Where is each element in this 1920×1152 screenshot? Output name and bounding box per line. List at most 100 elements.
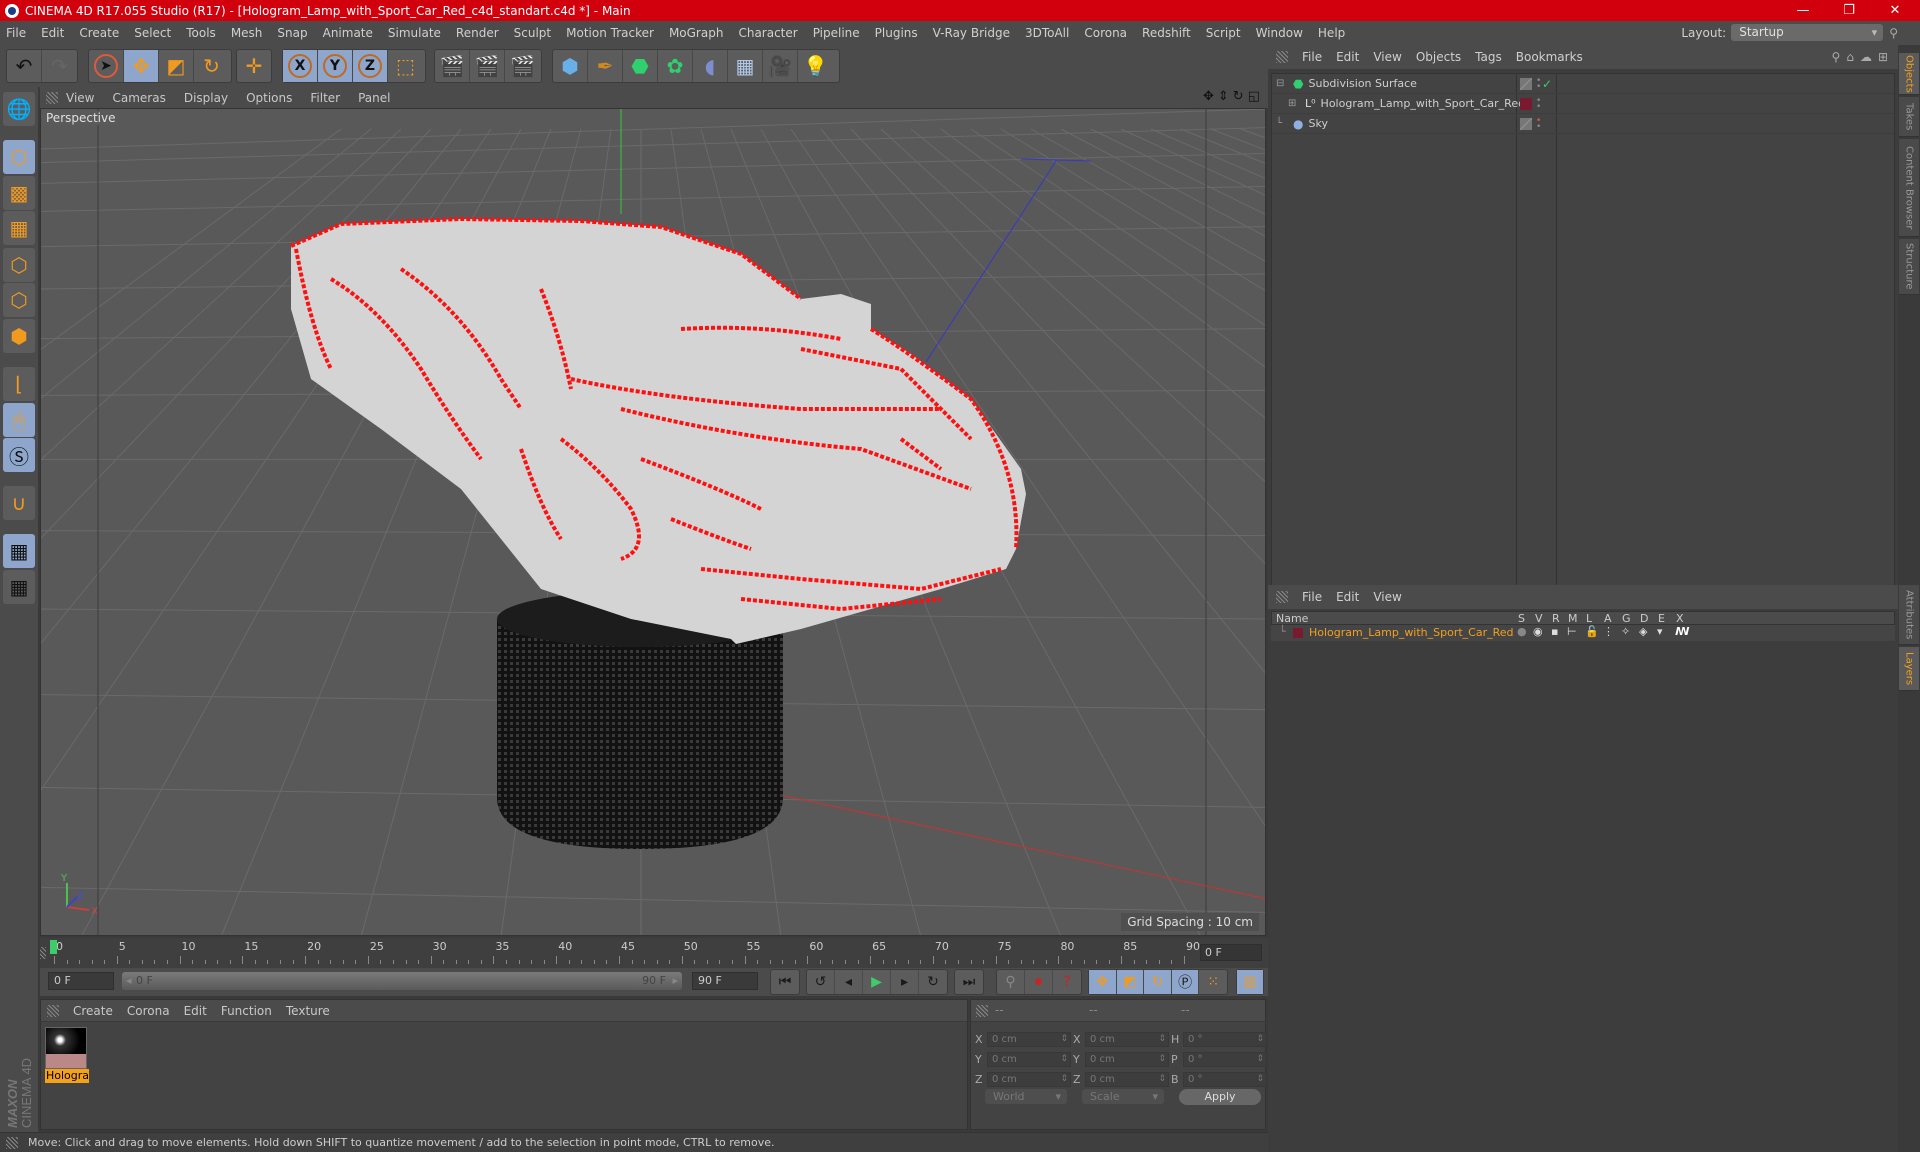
animation-toggle-icon[interactable]: ⋮ [1603,625,1614,638]
menu-file[interactable]: File [6,26,26,40]
menu-corona[interactable]: Corona [1084,26,1127,40]
end-frame-field[interactable]: 90 F [692,972,758,990]
visibility-toggle-icon[interactable] [1520,77,1532,90]
edges-mode-icon[interactable]: ⬡ [3,283,35,317]
z-axis-icon[interactable]: Z [353,50,388,82]
menu-mesh[interactable]: Mesh [231,26,263,40]
minimize-button[interactable]: — [1780,0,1826,21]
expand-icon[interactable]: ⊞ [1288,98,1300,109]
undo-icon[interactable]: ↶ [7,50,42,82]
xref-toggle-icon[interactable]: ꟿ [1675,625,1690,638]
generators-toggle-icon[interactable]: ✧ [1621,625,1630,638]
next-frame-icon[interactable]: ▸ [891,970,919,994]
go-to-end-icon[interactable]: ⏭ [955,970,983,994]
menu-help[interactable]: Help [1318,26,1345,40]
record-active-icon[interactable]: ⏺ [1025,970,1053,994]
timeline-ruler[interactable]: 0 5 10 15 20 25 30 35 40 45 50 55 60 65 70 75 80 85 90 0 F [40,938,1268,968]
coordinate-mode-dropdown[interactable]: World [985,1089,1067,1104]
menu-script[interactable]: Script [1206,26,1241,40]
material-menu-function[interactable]: Function [221,1004,272,1018]
visibility-toggle-icon[interactable] [1520,117,1532,130]
key-parameter-icon[interactable]: Ⓟ [1171,970,1200,994]
manager-toggle-icon[interactable]: ⊢ [1567,625,1577,638]
render-settings-icon[interactable]: 🎬 [505,50,540,82]
menu-mograph[interactable]: MoGraph [669,26,724,40]
objects-menu-tags[interactable]: Tags [1475,50,1502,64]
lock-toggle-icon[interactable]: 🔓 [1585,625,1599,638]
layers-menu-file[interactable]: File [1302,590,1322,604]
workplane-icon[interactable]: 🌐 [3,92,35,126]
viewport-menu-panel[interactable]: Panel [358,91,390,105]
size-z-field[interactable]: 0 cm [1085,1072,1169,1087]
x-axis-icon[interactable]: X [283,50,318,82]
size-x-field[interactable]: 0 cm [1085,1032,1169,1047]
mograph-cloner-icon[interactable]: ✿ [658,50,693,82]
rotate-icon[interactable]: ↻ [194,50,229,82]
soft-selection-icon[interactable]: Ⓢ [3,438,35,472]
tweak-mode-icon[interactable]: 🖱 [3,403,35,437]
dolly-icon[interactable]: ⇕ [1218,89,1229,104]
menu-plugins[interactable]: Plugins [875,26,918,40]
menu-sculpt[interactable]: Sculpt [514,26,551,40]
range-right-arrow-icon[interactable]: ▸ [672,974,678,987]
tab-objects[interactable]: Objects [1899,53,1919,95]
expressions-toggle-icon[interactable]: ▾ [1657,625,1663,638]
range-left-arrow-icon[interactable]: ◂ [126,974,132,987]
motion-record-icon[interactable]: ⚲ [997,970,1025,994]
object-row[interactable]: ⊞ L⁰ Hologram_Lamp_with_Sport_Car_Red • • [1272,94,1894,114]
material-menu-texture[interactable]: Texture [286,1004,330,1018]
search-icon[interactable]: ⚲ [1832,50,1841,64]
search-icon[interactable]: ⚲ [1889,26,1898,40]
orbit-icon[interactable]: ↻ [1233,89,1244,104]
object-name[interactable]: Hologram_Lamp_with_Sport_Car_Red [1321,97,1526,110]
objects-menu-objects[interactable]: Objects [1416,50,1461,64]
tab-layers[interactable]: Layers [1899,647,1919,691]
frame-range-slider[interactable]: ◂ 0 F 90 F ▸ [122,972,682,990]
transform-mode-dropdown[interactable]: Scale [1082,1089,1164,1104]
start-frame-field[interactable]: 0 F [48,972,114,990]
viewport-menu-filter[interactable]: Filter [310,91,340,105]
texture-mode-icon[interactable]: ▩ [3,176,35,210]
menu-create[interactable]: Create [79,26,119,40]
autokey-icon[interactable]: ? [1053,970,1081,994]
objects-menu-file[interactable]: File [1302,50,1322,64]
rot-h-field[interactable]: 0 ° [1183,1032,1267,1047]
rot-b-field[interactable]: 0 ° [1183,1072,1267,1087]
go-to-start-icon[interactable]: ⏮ [771,970,799,994]
model-mode-icon[interactable]: ⬡ [3,140,35,174]
last-tool-icon[interactable]: ✛ [237,50,271,82]
frame-ruler[interactable]: 0 5 10 15 20 25 30 35 40 45 50 55 60 65 70 75 80 85 90 [48,938,1200,968]
material-menu-corona[interactable]: Corona [127,1004,170,1018]
previous-key-icon[interactable]: ↺ [807,970,835,994]
material-swatch[interactable]: Hologra [45,1027,89,1085]
menu-select[interactable]: Select [134,26,171,40]
axis-mode-icon[interactable]: ⌊ [3,367,35,401]
menu-redshift[interactable]: Redshift [1142,26,1191,40]
tab-structure[interactable]: Structure [1899,239,1919,295]
menu-pipeline[interactable]: Pipeline [813,26,860,40]
size-y-field[interactable]: 0 cm [1085,1052,1169,1067]
floor-icon[interactable]: ▦ [728,50,763,82]
viewport-menu-display[interactable]: Display [184,91,228,105]
coordinate-system-icon[interactable]: ⬚ [388,50,423,82]
playhead[interactable] [50,940,57,954]
material-menu-create[interactable]: Create [73,1004,113,1018]
pan-icon[interactable]: ✥ [1203,89,1214,104]
menu-window[interactable]: Window [1256,26,1303,40]
previous-frame-icon[interactable]: ◂ [835,970,863,994]
apply-button[interactable]: Apply [1179,1089,1261,1105]
snap-icon[interactable]: ∪ [3,486,35,520]
enabled-check-icon[interactable]: ✓ [1542,77,1552,91]
pos-z-field[interactable]: 0 cm [987,1072,1071,1087]
layer-dots-icon[interactable]: • • [1536,96,1541,111]
render-view-icon[interactable]: 🎬 [435,50,470,82]
tab-takes[interactable]: Takes [1899,97,1919,137]
collapse-icon[interactable]: ⊟ [1276,78,1288,89]
restore-button[interactable]: ❐ [1826,0,1872,21]
key-scale-icon[interactable]: ◩ [1116,970,1145,994]
layout-dropdown[interactable]: Startup [1731,24,1884,41]
perspective-viewport[interactable]: Y Z X Perspective Grid Spacing : 10 cm [40,108,1266,936]
y-axis-icon[interactable]: Y [318,50,353,82]
menu-3dtoall[interactable]: 3DToAll [1025,26,1069,40]
render-toggle-icon[interactable]: ▪ [1551,625,1558,638]
